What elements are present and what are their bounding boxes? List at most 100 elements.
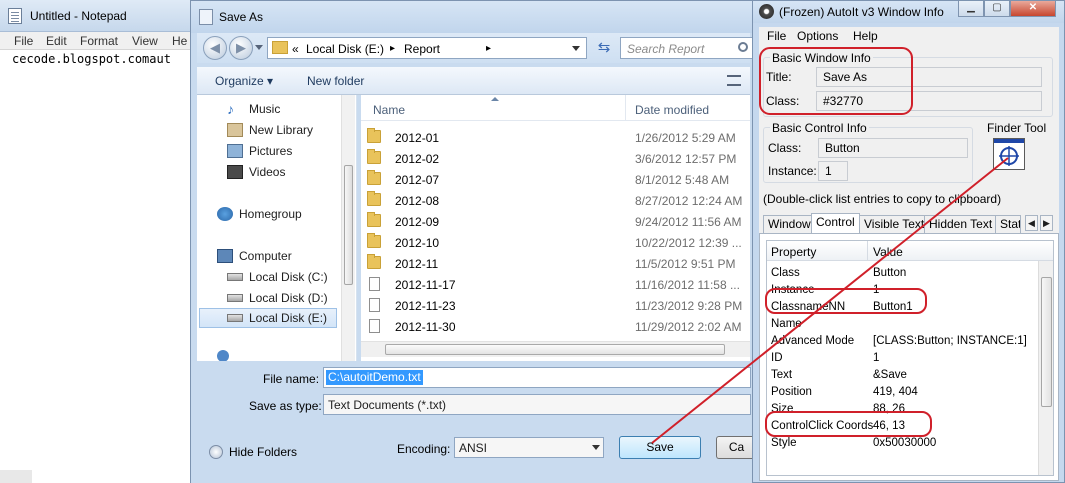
cancel-button[interactable]: Ca [716, 436, 756, 459]
file-row[interactable]: 2012-11-30 11/29/2012 2:02 AM [361, 316, 750, 337]
hscroll-thumb[interactable] [385, 344, 725, 355]
file-date: 11/29/2012 2:02 AM [635, 320, 742, 334]
nav-item-drive-c[interactable]: Local Disk (C:) [227, 267, 328, 287]
file-row[interactable]: 2012-02 3/6/2012 12:57 PM [361, 148, 750, 169]
property-row[interactable]: ControlClick Coords 46, 13 [767, 418, 1039, 435]
autoit-titlebar[interactable]: (Frozen) AutoIt v3 Window Info ▁ ▢ ✕ [753, 1, 1064, 23]
notepad-menu-file[interactable]: File [14, 34, 33, 48]
file-row[interactable]: 2012-07 8/1/2012 5:48 AM [361, 169, 750, 190]
notepad-menu-help[interactable]: He [172, 34, 187, 48]
property-header[interactable]: Property [771, 245, 816, 259]
maximize-icon[interactable]: ▢ [984, 1, 1010, 17]
back-arrow-icon[interactable]: ◀ [203, 36, 227, 60]
path-segment-report[interactable]: Report [404, 42, 440, 56]
file-row[interactable]: 2012-11-17 11/16/2012 11:58 ... [361, 274, 750, 295]
recent-locations-icon[interactable] [255, 45, 263, 50]
tab-status[interactable]: Stat [995, 215, 1021, 233]
basic-control-info-title: Basic Control Info [770, 121, 869, 135]
drive-icon [227, 314, 243, 322]
autoit-menu-help[interactable]: Help [853, 29, 878, 43]
nav-item-homegroup[interactable]: Homegroup [217, 204, 302, 224]
file-list-header: Name Date modified [361, 95, 750, 121]
value-header[interactable]: Value [873, 245, 903, 259]
instance-value[interactable]: 1 [818, 161, 848, 181]
finder-tool-icon[interactable] [993, 138, 1025, 170]
new-folder-button[interactable]: New folder [307, 74, 364, 88]
folder-icon [367, 254, 381, 269]
property-row[interactable]: Class Button [767, 265, 1039, 282]
save-button[interactable]: Save [619, 436, 701, 459]
autoit-menu-options[interactable]: Options [797, 29, 838, 43]
instance-label: Instance: [768, 164, 817, 178]
save-type-select[interactable]: Text Documents (*.txt) [323, 394, 751, 415]
column-date-modified[interactable]: Date modified [635, 103, 709, 117]
property-row[interactable]: Name [767, 316, 1039, 333]
autoit-body: Basic Window Info Title: Save As Class: … [759, 45, 1059, 481]
file-row[interactable]: 2012-09 9/24/2012 11:56 AM [361, 211, 750, 232]
tab-control[interactable]: Control [811, 213, 860, 233]
nav-item-drive-d[interactable]: Local Disk (D:) [227, 288, 328, 308]
notepad-text-area[interactable]: cecode.blogspot.comaut [12, 52, 171, 66]
file-date: 1/26/2012 5:29 AM [635, 131, 736, 145]
nav-scroll-thumb[interactable] [344, 165, 353, 285]
hide-folders-icon[interactable] [209, 445, 223, 459]
tab-visible-text[interactable]: Visible Text [859, 215, 930, 233]
search-box[interactable]: Search Report [620, 37, 755, 59]
tab-scroll-left-icon[interactable]: ◀ [1025, 215, 1038, 231]
organize-button[interactable]: Organize ▾ [215, 74, 273, 88]
property-row[interactable]: ID 1 [767, 350, 1039, 367]
tab-scroll-right-icon[interactable]: ▶ [1040, 215, 1053, 231]
property-row[interactable]: Instance 1 [767, 282, 1039, 299]
path-segment-disk[interactable]: Local Disk (E:) [306, 42, 384, 56]
nav-item-pictures[interactable]: Pictures [227, 141, 292, 161]
column-name[interactable]: Name [373, 103, 405, 117]
encoding-dropdown-icon[interactable] [592, 445, 600, 450]
file-name-input[interactable]: C:\autoitDemo.txt [323, 367, 751, 388]
address-path[interactable]: « Local Disk (E:) ▸ Report ▸ [267, 37, 587, 59]
nav-scrollbar[interactable] [341, 95, 355, 361]
nav-item-drive-e[interactable]: Local Disk (E:) [199, 308, 337, 328]
notepad-menu-format[interactable]: Format [80, 34, 118, 48]
encoding-select[interactable]: ANSI [454, 437, 604, 458]
minimize-icon[interactable]: ▁ [958, 1, 984, 17]
nav-item-new-library[interactable]: New Library [227, 120, 313, 140]
file-row[interactable]: 2012-01 1/26/2012 5:29 AM [361, 127, 750, 148]
address-dropdown-icon[interactable] [572, 46, 580, 51]
file-row[interactable]: 2012-10 10/22/2012 12:39 ... [361, 232, 750, 253]
tab-hidden-text[interactable]: Hidden Text [924, 215, 998, 233]
control-class-value[interactable]: Button [818, 138, 968, 158]
file-row[interactable]: 2012-11 11/5/2012 9:51 PM [361, 253, 750, 274]
property-row[interactable]: ClassnameNN Button1 [767, 299, 1039, 316]
save-options-area: File name: C:\autoitDemo.txt Save as typ… [191, 361, 756, 483]
nav-item-computer[interactable]: Computer [217, 246, 292, 266]
class-value[interactable]: #32770 [816, 91, 1042, 111]
tab-window[interactable]: Window [763, 215, 816, 233]
save-as-titlebar[interactable]: Save As [191, 1, 754, 33]
property-row[interactable]: Position 419, 404 [767, 384, 1039, 401]
property-row[interactable]: Advanced Mode [CLASS:Button; INSTANCE:1] [767, 333, 1039, 350]
search-icon[interactable] [738, 42, 748, 52]
close-icon[interactable]: ✕ [1010, 1, 1056, 17]
network-icon [217, 350, 229, 361]
title-value[interactable]: Save As [816, 67, 1042, 87]
hide-folders-button[interactable]: Hide Folders [229, 445, 297, 459]
notepad-titlebar[interactable]: Untitled - Notepad [0, 0, 200, 32]
nav-item-videos[interactable]: Videos [227, 162, 285, 182]
notepad-menu-edit[interactable]: Edit [46, 34, 67, 48]
property-row[interactable]: Style 0x50030000 [767, 435, 1039, 452]
notepad-menu-view[interactable]: View [132, 34, 158, 48]
file-list-hscrollbar[interactable] [361, 341, 750, 357]
nav-item-music[interactable]: ♪ Music [227, 99, 280, 119]
forward-arrow-icon[interactable]: ▶ [229, 36, 253, 60]
property-row[interactable]: Size 88, 26 [767, 401, 1039, 418]
autoit-menu-file[interactable]: File [767, 29, 786, 43]
refresh-icon[interactable]: ⇆ [593, 38, 615, 58]
file-row[interactable]: 2012-08 8/27/2012 12:24 AM [361, 190, 750, 211]
pictures-icon [227, 144, 243, 158]
file-row[interactable]: 2012-11-23 11/23/2012 9:28 PM [361, 295, 750, 316]
property-scrollbar[interactable] [1038, 261, 1053, 475]
property-row[interactable]: Text &Save [767, 367, 1039, 384]
view-options-icon[interactable] [727, 75, 741, 86]
class-label: Class: [766, 94, 800, 108]
property-scroll-thumb[interactable] [1041, 277, 1052, 407]
